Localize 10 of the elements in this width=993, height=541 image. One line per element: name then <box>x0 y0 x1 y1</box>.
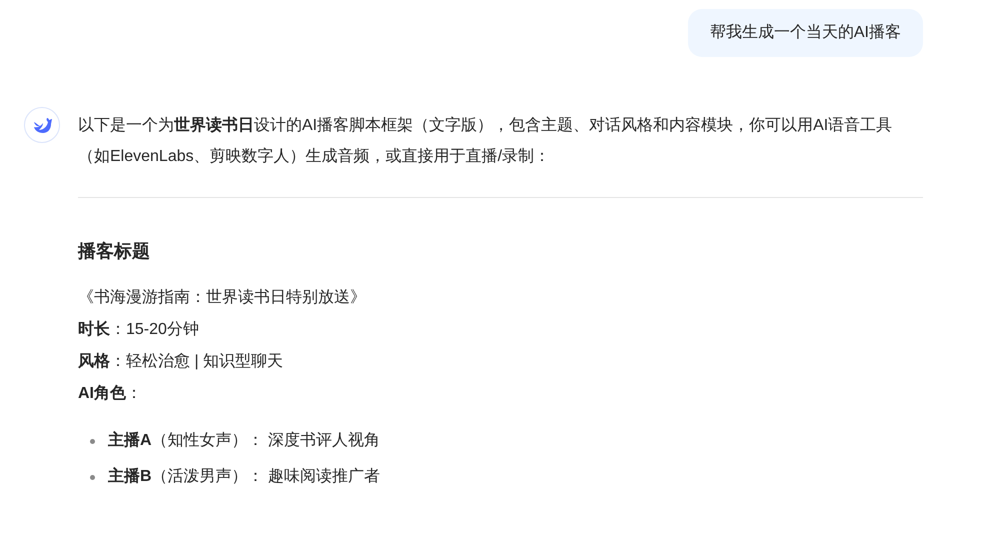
info-line: 《书海漫游指南：世界读书日特别放送》 <box>78 288 367 308</box>
user-message-bubble: 帮我生成一个当天的AI播客 <box>688 9 923 57</box>
list-item-text: 主播A（知性女声）： 深度书评人视角 <box>108 430 380 451</box>
info-line: 时长：15-20分钟 <box>78 320 200 340</box>
intro-paragraph: 以下是一个为世界读书日设计的AI播客脚本框架（文字版），包含主题、对话风格和内容模块，你可以用AI语音工具（如ElevenLabs、剪映数字人）生成音频，或直接用于直播/录制： <box>78 116 894 167</box>
info-line: AI角色： <box>78 384 143 404</box>
list-item-text: 主播B（活泼男声）： 趣味阅读推广者 <box>108 466 380 487</box>
section-heading: 播客标题 <box>78 240 151 263</box>
info-line: 风格：轻松治愈 | 知识型聊天 <box>78 352 284 372</box>
assistant-avatar-icon <box>24 107 60 143</box>
